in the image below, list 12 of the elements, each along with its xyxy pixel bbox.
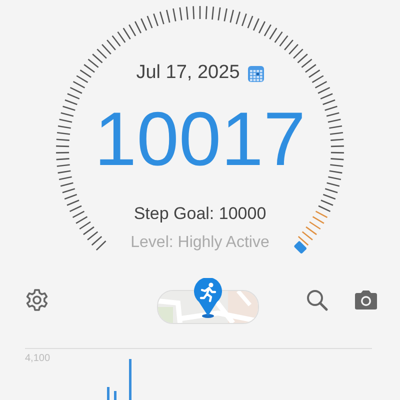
bar-chart-drawing	[107, 359, 132, 400]
activity-level: Level: Highly Active	[130, 234, 270, 252]
dial-marker	[294, 240, 308, 254]
search-icon[interactable]	[306, 289, 328, 311]
runner-pin-icon[interactable]	[192, 278, 224, 318]
camera-icon[interactable]	[354, 290, 378, 310]
axis-label: 4,100	[25, 353, 50, 364]
date-label: Jul 17, 2025	[136, 62, 240, 84]
step-count: 10017	[94, 102, 306, 178]
settings-icon[interactable]	[25, 288, 49, 312]
calendar-icon[interactable]	[248, 64, 264, 82]
step-goal: Step Goal: 10000	[134, 204, 266, 224]
